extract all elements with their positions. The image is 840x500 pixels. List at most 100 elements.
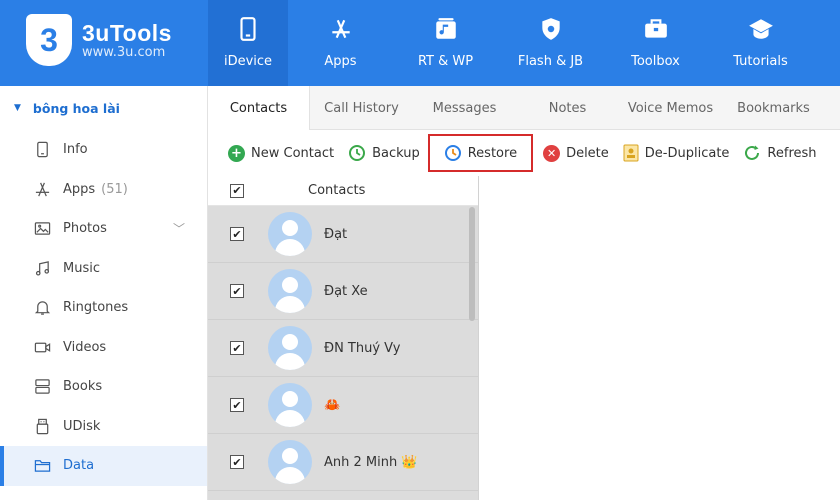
tab-bookmarks[interactable]: Bookmarks bbox=[722, 86, 825, 130]
tab-voice-memos[interactable]: Voice Memos bbox=[619, 86, 722, 130]
sidebar-item-label: Photos bbox=[63, 221, 107, 237]
contact-row[interactable]: ✔ ĐN Thuý Vy bbox=[208, 320, 478, 377]
nav-label: Tutorials bbox=[733, 54, 788, 69]
avatar-icon bbox=[268, 212, 312, 256]
contact-row[interactable]: ✔ Đạt bbox=[208, 206, 478, 263]
delete-button[interactable]: ✕ Delete bbox=[543, 138, 609, 168]
contact-name: ĐN Thuý Vy bbox=[324, 340, 401, 356]
contact-row[interactable]: ✔ Anh 2 Minh 👑 bbox=[208, 434, 478, 491]
delete-label: Delete bbox=[566, 145, 609, 161]
nav-label: iDevice bbox=[223, 54, 273, 69]
row-checkbox[interactable]: ✔ bbox=[230, 284, 244, 298]
sidebar-item-ringtones[interactable]: Ringtones bbox=[0, 288, 207, 328]
sidebar-item-photos[interactable]: Photos ﹀ bbox=[0, 209, 207, 249]
row-checkbox[interactable]: ✔ bbox=[230, 341, 244, 355]
tab-messages[interactable]: Messages bbox=[413, 86, 516, 130]
sidebar-item-info[interactable]: Info bbox=[0, 130, 207, 170]
sidebar-item-label: Apps bbox=[63, 181, 96, 197]
tab-contacts[interactable]: Contacts bbox=[208, 86, 310, 130]
nav-label: Flash & JB bbox=[517, 54, 584, 69]
sidebar-item-label: Info bbox=[63, 142, 88, 158]
folder-icon bbox=[34, 460, 51, 473]
nav-label: Apps bbox=[324, 54, 357, 69]
content-tabs: Contacts Call History Messages Notes Voi… bbox=[208, 86, 840, 130]
app-name: 3uTools bbox=[82, 20, 172, 46]
backup-label: Backup bbox=[372, 145, 420, 161]
device-selector[interactable]: ▼ bông hoa lài bbox=[0, 86, 207, 130]
plus-icon: + bbox=[228, 144, 245, 162]
restore-icon bbox=[444, 145, 461, 161]
avatar-icon bbox=[268, 383, 312, 427]
shield-icon bbox=[541, 18, 560, 40]
sidebar-item-label: Books bbox=[63, 379, 103, 395]
contacts-toolbar: + New Contact Backup Restore ✕ Delete De… bbox=[208, 130, 840, 176]
sidebar-item-apps[interactable]: Apps (51) bbox=[0, 170, 207, 210]
nav-rt-wp[interactable]: RT & WP bbox=[393, 0, 498, 86]
nav-label: RT & WP bbox=[417, 54, 474, 69]
nav-flash-jb[interactable]: Flash & JB bbox=[498, 0, 603, 86]
row-checkbox[interactable]: ✔ bbox=[230, 227, 244, 241]
new-contact-label: New Contact bbox=[251, 145, 335, 161]
sidebar-item-books[interactable]: Books bbox=[0, 367, 207, 407]
sidebar-item-label: UDisk bbox=[63, 418, 101, 434]
phone-icon bbox=[240, 17, 256, 41]
nav-toolbox[interactable]: Toolbox bbox=[603, 0, 708, 86]
contacts-list-header: ✔ Contacts bbox=[208, 176, 478, 206]
music-icon bbox=[35, 260, 50, 276]
nav-tutorials[interactable]: Tutorials bbox=[708, 0, 813, 86]
app-url: www.3u.com bbox=[82, 45, 166, 60]
bell-icon bbox=[34, 301, 51, 315]
main-nav: iDevice Apps RT & WP Flash & JB Toolbox … bbox=[208, 0, 813, 86]
sidebar-item-label: Videos bbox=[63, 339, 107, 355]
select-all-checkbox[interactable]: ✔ bbox=[230, 183, 244, 198]
sidebar-item-videos[interactable]: Videos bbox=[0, 328, 207, 368]
nav-idevice[interactable]: iDevice bbox=[208, 0, 288, 86]
app-logo: 3 3uTools www.3u.com bbox=[26, 14, 172, 66]
refresh-label: Refresh bbox=[767, 145, 817, 161]
sidebar-item-data[interactable]: Data bbox=[0, 446, 207, 486]
book-icon bbox=[35, 379, 50, 394]
device-name: bông hoa lài bbox=[32, 100, 120, 116]
new-contact-button[interactable]: + New Contact bbox=[228, 138, 334, 168]
avatar-icon bbox=[268, 440, 312, 484]
delete-icon: ✕ bbox=[543, 144, 561, 162]
sidebar-item-udisk[interactable]: UDisk bbox=[0, 407, 207, 447]
restore-button[interactable]: Restore bbox=[427, 134, 534, 172]
contact-name: Anh 2 Minh 👑 bbox=[324, 454, 418, 470]
sidebar: ▼ bông hoa lài Info Apps (51) Photos ﹀ M… bbox=[0, 86, 208, 500]
info-icon bbox=[37, 142, 48, 158]
contact-row[interactable]: ✔ Đạt Xe bbox=[208, 263, 478, 320]
graduation-cap-icon bbox=[748, 19, 773, 39]
row-checkbox[interactable]: ✔ bbox=[230, 455, 244, 469]
sidebar-item-label: Music bbox=[63, 260, 100, 276]
sidebar-item-music[interactable]: Music bbox=[0, 249, 207, 289]
usb-icon bbox=[36, 418, 49, 434]
nav-apps[interactable]: Apps bbox=[288, 0, 393, 86]
refresh-button[interactable]: Refresh bbox=[743, 138, 817, 168]
contacts-list: ✔ Contacts ✔ Đạt ✔ Đạt Xe ✔ ĐN Thuý Vy ✔… bbox=[208, 176, 479, 500]
de-duplicate-label: De-Duplicate bbox=[644, 145, 730, 161]
backup-button[interactable]: Backup bbox=[348, 138, 420, 168]
chevron-down-icon[interactable]: ﹀ bbox=[173, 220, 185, 237]
toolbox-icon bbox=[644, 19, 667, 38]
tab-call-history[interactable]: Call History bbox=[310, 86, 413, 130]
contacts-scrollbar[interactable] bbox=[469, 207, 475, 321]
apps-icon bbox=[35, 182, 50, 197]
caret-down-icon: ▼ bbox=[14, 103, 21, 113]
nav-label: Toolbox bbox=[631, 54, 680, 69]
contact-name: Đạt bbox=[324, 226, 348, 242]
tab-notes[interactable]: Notes bbox=[516, 86, 619, 130]
refresh-icon bbox=[745, 145, 760, 160]
sidebar-item-label: Data bbox=[63, 458, 95, 474]
logo-badge-icon: 3 bbox=[26, 14, 72, 66]
de-duplicate-button[interactable]: De-Duplicate bbox=[623, 138, 730, 168]
contact-name: Đạt Xe bbox=[324, 283, 368, 299]
top-header: 3 3uTools www.3u.com iDevice Apps RT & W… bbox=[0, 0, 840, 86]
contact-row[interactable]: ✔ 🦀 bbox=[208, 377, 478, 434]
row-checkbox[interactable]: ✔ bbox=[230, 398, 244, 412]
avatar-icon bbox=[268, 269, 312, 313]
video-icon bbox=[34, 342, 51, 353]
restore-label: Restore bbox=[467, 145, 518, 161]
apps-count: (51) bbox=[101, 181, 128, 197]
de-duplicate-icon bbox=[623, 144, 639, 162]
